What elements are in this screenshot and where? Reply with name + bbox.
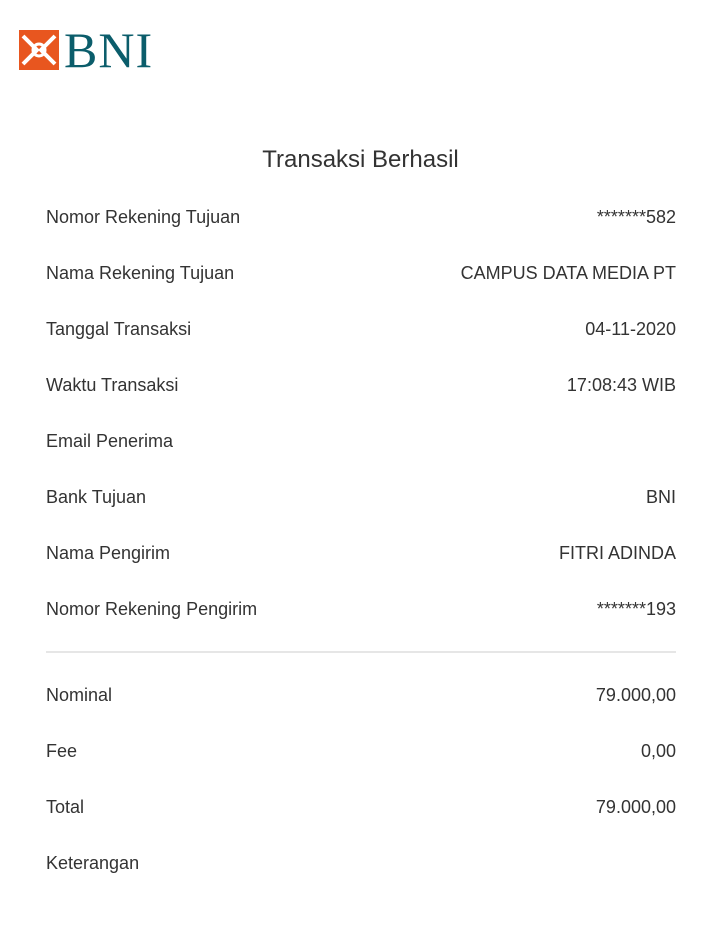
detail-label: Nomor Rekening Tujuan — [46, 206, 241, 227]
amount-label: Fee — [46, 740, 78, 761]
amount-value: 79.000,00 — [595, 684, 676, 705]
detail-label: Email Penerima — [46, 430, 174, 451]
detail-value: BNI — [645, 486, 676, 507]
detail-value: CAMPUS DATA MEDIA PT — [460, 262, 676, 283]
detail-value: *******193 — [596, 598, 676, 619]
detail-value: *******582 — [596, 206, 676, 227]
amount-row-fee: Fee 0,00 — [46, 736, 676, 766]
section-divider — [46, 651, 676, 653]
amount-value: 0,00 — [640, 740, 676, 761]
detail-value: 17:08:43 WIB — [566, 374, 676, 395]
detail-row-bank-tujuan: Bank Tujuan BNI — [46, 482, 676, 512]
detail-row-tanggal-transaksi: Tanggal Transaksi 04-11-2020 — [46, 314, 676, 344]
detail-row-nomor-rekening-tujuan: Nomor Rekening Tujuan *******582 — [46, 202, 676, 232]
detail-row-waktu-transaksi: Waktu Transaksi 17:08:43 WIB — [46, 370, 676, 400]
detail-value: 04-11-2020 — [585, 318, 676, 339]
detail-row-email-penerima: Email Penerima — [46, 426, 676, 456]
bni-logo-mark-icon — [19, 30, 59, 70]
amount-label: Nominal — [46, 684, 113, 705]
detail-row-nama-rekening-tujuan: Nama Rekening Tujuan CAMPUS DATA MEDIA P… — [46, 258, 676, 288]
detail-row-nama-pengirim: Nama Pengirim FITRI ADINDA — [46, 538, 676, 568]
bni-logo: BNI — [19, 22, 154, 78]
detail-label: Nama Pengirim — [46, 542, 171, 563]
amount-row-nominal: Nominal 79.000,00 — [46, 680, 676, 710]
detail-label: Waktu Transaksi — [46, 374, 179, 395]
amount-row-keterangan: Keterangan — [46, 848, 676, 878]
detail-label: Nama Rekening Tujuan — [46, 262, 235, 283]
detail-row-nomor-rekening-pengirim: Nomor Rekening Pengirim *******193 — [46, 594, 676, 624]
detail-label: Bank Tujuan — [46, 486, 147, 507]
detail-label: Nomor Rekening Pengirim — [46, 598, 258, 619]
amount-label: Keterangan — [46, 852, 140, 873]
detail-label: Tanggal Transaksi — [46, 318, 192, 339]
detail-value: FITRI ADINDA — [558, 542, 676, 563]
amount-row-total: Total 79.000,00 — [46, 792, 676, 822]
bni-logo-text: BNI — [64, 22, 154, 78]
page-title: Transaksi Berhasil — [262, 146, 459, 173]
amount-value: 79.000,00 — [595, 796, 676, 817]
amount-label: Total — [46, 796, 85, 817]
